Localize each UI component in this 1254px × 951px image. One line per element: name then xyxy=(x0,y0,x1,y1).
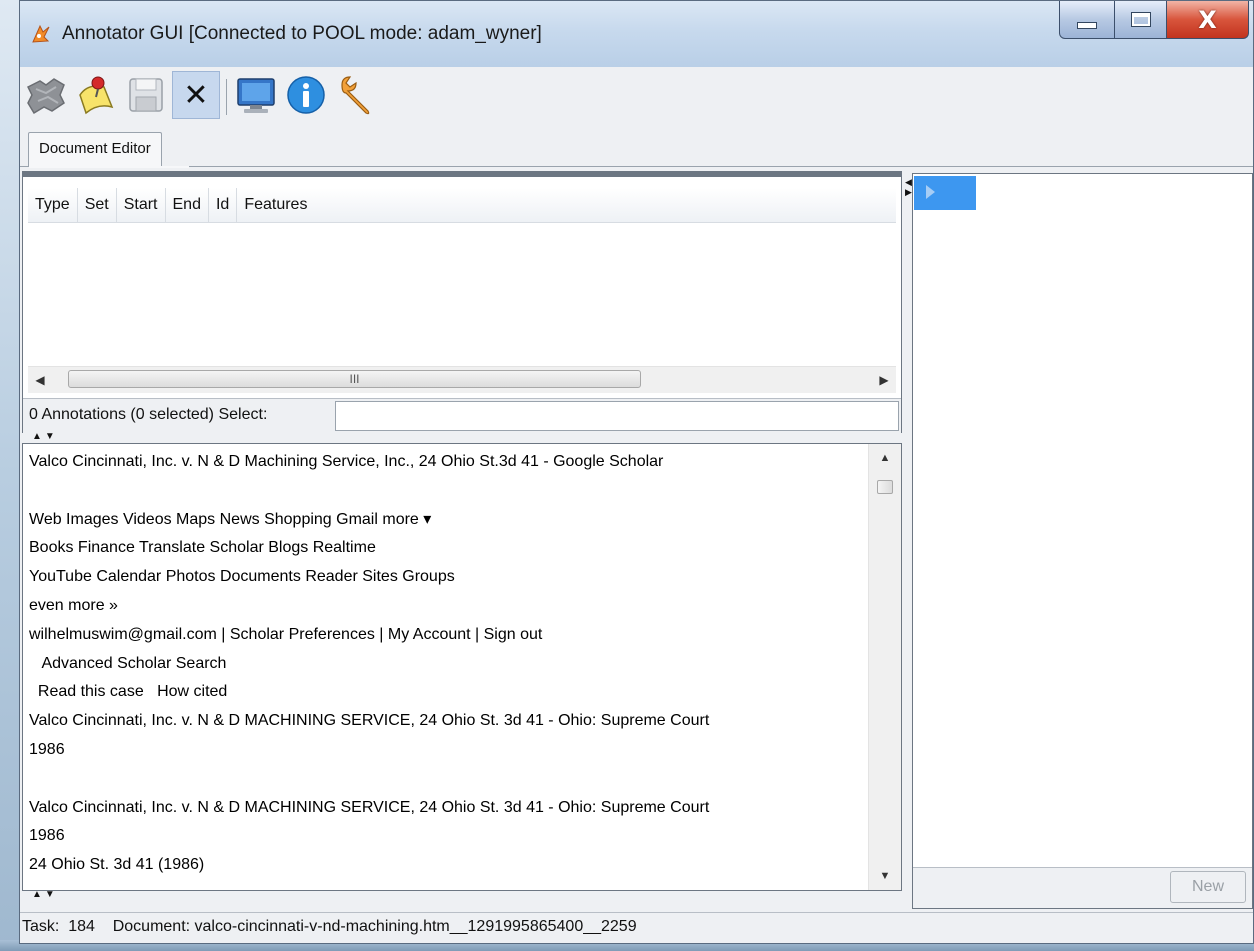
document-line: YouTube Calendar Photos Documents Reader… xyxy=(29,568,455,586)
close-window-button[interactable]: X xyxy=(1167,1,1249,39)
document-editor-left-pane: Type Set Start End Id Features ◀ III ▶ 0… xyxy=(22,171,902,909)
document-line: Books Finance Translate Scholar Blogs Re… xyxy=(29,539,376,557)
annotation-count: 0 Annotations (0 selected) Select: xyxy=(29,406,267,424)
document-line: 1986 xyxy=(29,827,65,845)
toolbar-display-button[interactable] xyxy=(232,71,280,119)
pin-note-icon xyxy=(79,76,114,115)
vertical-splitter[interactable]: ◀ ▶ xyxy=(904,171,912,909)
scroll-up-arrow-icon[interactable]: ▲ xyxy=(869,452,901,464)
document-line: Valco Cincinnati, Inc. v. N & D MACHININ… xyxy=(29,798,710,816)
annotation-set-tree-root[interactable] xyxy=(914,176,976,210)
title-bar[interactable]: Annotator GUI [Connected to POOL mode: a… xyxy=(20,1,1253,67)
document-line: 24 Ohio St. 3d 41 (1986) xyxy=(29,856,205,874)
annotations-table-header: Type Set Start End Id Features xyxy=(28,188,896,223)
tab-bar: Document Editor xyxy=(20,129,1253,168)
info-icon xyxy=(287,76,325,114)
toolbar: ✕ xyxy=(20,67,1253,129)
window-controls: X xyxy=(1059,1,1249,41)
minimize-button[interactable] xyxy=(1059,1,1115,39)
document-vertical-scrollbar[interactable]: ▲ ▼ xyxy=(868,444,901,890)
annotations-horizontal-scrollbar[interactable]: ◀ III ▶ xyxy=(28,366,896,393)
panel-top-border xyxy=(23,172,901,177)
toolbar-plugins-button[interactable] xyxy=(22,71,70,119)
annotations-footer: 0 Annotations (0 selected) Select: xyxy=(23,398,901,433)
annotation-count-text: 0 Annotations (0 selected) xyxy=(29,406,215,423)
close-icon: X xyxy=(1198,5,1217,34)
document-line: VALCO CINCINNATI , INC ., APPELLEE, xyxy=(29,880,865,884)
new-set-button[interactable]: New xyxy=(1170,871,1246,903)
save-disk-icon xyxy=(129,78,163,112)
splitter-arrows-icon[interactable]: ◀ ▶ xyxy=(905,177,912,197)
document-line: wilhelmuswim@gmail.com | Scholar Prefere… xyxy=(29,625,543,643)
desktop-background xyxy=(0,0,20,951)
status-bar: Task: 184 Document: valco-cincinnati-v-n… xyxy=(20,912,1253,943)
toolbar-settings-button[interactable] xyxy=(332,71,380,119)
column-header-id[interactable]: Id xyxy=(209,188,238,222)
annotation-sets-footer: New xyxy=(913,867,1252,908)
wrench-icon xyxy=(341,76,370,115)
scroll-down-arrow-icon[interactable]: ▼ xyxy=(869,870,901,882)
scroll-right-arrow-icon[interactable]: ▶ xyxy=(872,367,896,393)
document-text-pane: Valco Cincinnati, Inc. v. N & D Machinin… xyxy=(22,443,902,891)
vertical-scroll-thumb[interactable] xyxy=(877,480,893,494)
toolbar-separator xyxy=(226,79,227,115)
select-label: Select: xyxy=(218,406,268,423)
annotations-panel: Type Set Start End Id Features ◀ III ▶ 0… xyxy=(22,171,902,433)
document-line: Valco Cincinnati, Inc. v. N & D Machinin… xyxy=(29,453,664,470)
toolbar-info-button[interactable] xyxy=(282,71,330,119)
monitor-icon xyxy=(237,78,275,113)
split-divider-arrows-icon[interactable]: ▲▼ xyxy=(32,431,58,442)
close-x-icon: ✕ xyxy=(183,77,209,113)
column-header-type[interactable]: Type xyxy=(28,188,78,222)
scroll-left-arrow-icon[interactable]: ◀ xyxy=(28,367,52,393)
select-filter-input[interactable] xyxy=(335,401,899,431)
document-line: Advanced Scholar Search xyxy=(29,654,227,672)
gate-app-icon xyxy=(32,24,50,43)
document-line: Valco Cincinnati, Inc. v. N & D MACHININ… xyxy=(29,712,710,730)
column-header-end[interactable]: End xyxy=(166,188,209,222)
annotator-window: Annotator GUI [Connected to POOL mode: a… xyxy=(19,0,1254,944)
puzzle-icon xyxy=(26,78,65,115)
tab-active-gap xyxy=(29,166,189,168)
tab-document-editor[interactable]: Document Editor xyxy=(28,132,162,166)
document-line: 1986 xyxy=(29,740,65,758)
horizontal-scroll-thumb[interactable]: III xyxy=(68,370,641,388)
tab-baseline xyxy=(20,166,1253,167)
maximize-button[interactable] xyxy=(1115,1,1167,39)
column-header-set[interactable]: Set xyxy=(78,188,117,222)
document-line: Web Images Videos Maps News Shopping Gma… xyxy=(29,510,432,528)
toolbar-close-document-button[interactable]: ✕ xyxy=(172,71,220,119)
column-header-start[interactable]: Start xyxy=(117,188,166,222)
document-line: Read this case How cited xyxy=(29,683,228,701)
bottom-divider-arrows-icon[interactable]: ▲▼ xyxy=(32,889,58,900)
column-header-features[interactable]: Features xyxy=(237,188,896,222)
minimize-icon xyxy=(1077,22,1097,29)
annotation-sets-panel: New xyxy=(912,173,1253,909)
document-text-area[interactable]: Valco Cincinnati, Inc. v. N & D Machinin… xyxy=(29,448,865,884)
toolbar-save-button[interactable] xyxy=(122,71,170,119)
status-text: Task: 184 Document: valco-cincinnati-v-n… xyxy=(22,918,637,935)
expand-arrow-icon[interactable] xyxy=(926,185,935,199)
maximize-icon xyxy=(1130,12,1151,27)
window-title: Annotator GUI [Connected to POOL mode: a… xyxy=(62,23,542,44)
document-line: even more » xyxy=(29,596,118,614)
toolbar-new-note-button[interactable] xyxy=(72,71,120,119)
